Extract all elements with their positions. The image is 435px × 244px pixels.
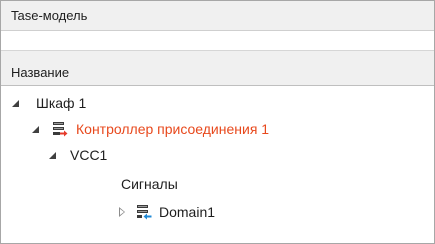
collapse-arrow-icon[interactable] (119, 207, 125, 217)
expand-arrow-icon[interactable] (32, 126, 39, 133)
panel-titlebar: Tase-модель (1, 1, 434, 31)
expand-arrow-icon[interactable] (12, 100, 19, 107)
tree-item-label: Domain1 (159, 204, 216, 220)
tree-item-label: VCC1 (70, 147, 108, 163)
tree-item-vcc[interactable]: VCC1 (1, 142, 434, 168)
tree-item-label: Сигналы (121, 176, 178, 192)
tree-item-label: Контроллер присоединения 1 (76, 121, 270, 137)
tree-item-signals[interactable]: Сигналы (1, 171, 434, 197)
domain-blue-arrow-icon (137, 205, 152, 220)
controller-red-arrow-icon (53, 122, 68, 137)
column-header-row: Название (1, 50, 434, 86)
tree-item-cabinet[interactable]: Шкаф 1 (1, 90, 434, 116)
tase-model-panel: Tase-модель Название Шкаф 1 Контроллер п… (0, 0, 435, 244)
tree-item-controller[interactable]: Контроллер присоединения 1 (1, 116, 434, 142)
expand-arrow-icon[interactable] (49, 152, 56, 159)
tree-view[interactable]: Шкаф 1 Контроллер присоединения 1 VCC1 С… (1, 86, 434, 243)
column-header-name[interactable]: Название (11, 65, 69, 80)
panel-spacer (1, 31, 434, 50)
tree-item-label: Шкаф 1 (36, 95, 87, 111)
panel-title: Tase-модель (11, 8, 88, 23)
tree-item-domain[interactable]: Domain1 (1, 199, 434, 225)
